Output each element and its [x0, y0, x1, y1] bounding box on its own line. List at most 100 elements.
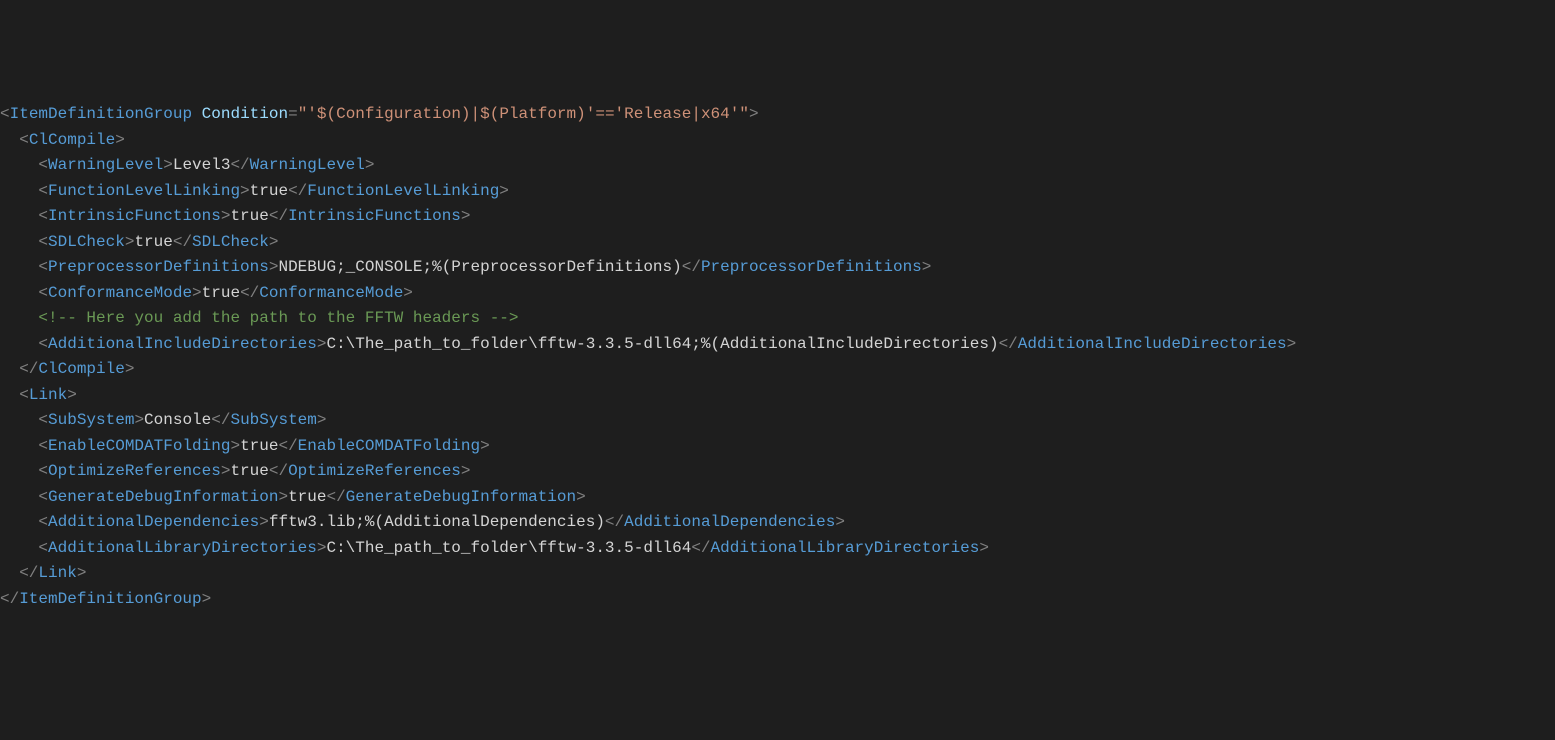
token-comment: Here you add the path to the FFTW header…	[77, 309, 490, 327]
token-bracket: </	[278, 437, 297, 455]
token-tag: SDLCheck	[48, 233, 125, 251]
token-text: C:\The_path_to_folder\fftw-3.3.5-dll64;%…	[326, 335, 998, 353]
token-bracket: <	[19, 131, 29, 149]
code-line[interactable]: <ItemDefinitionGroup Condition="'$(Confi…	[0, 102, 1555, 128]
code-line[interactable]: <WarningLevel>Level3</WarningLevel>	[0, 153, 1555, 179]
token-bracket: <	[38, 284, 48, 302]
token-bracket: >	[221, 462, 231, 480]
code-line[interactable]: <EnableCOMDATFolding>true</EnableCOMDATF…	[0, 434, 1555, 460]
token-text: Level3	[173, 156, 231, 174]
code-line[interactable]: <SDLCheck>true</SDLCheck>	[0, 230, 1555, 256]
code-line[interactable]: <ConformanceMode>true</ConformanceMode>	[0, 281, 1555, 307]
token-bracket: </	[269, 207, 288, 225]
token-bracket: >	[461, 462, 471, 480]
code-line[interactable]: <OptimizeReferences>true</OptimizeRefere…	[0, 459, 1555, 485]
code-line[interactable]: <PreprocessorDefinitions>NDEBUG;_CONSOLE…	[0, 255, 1555, 281]
token-bracket: <	[38, 182, 48, 200]
token-tag: ConformanceMode	[259, 284, 403, 302]
token-tag: PreprocessorDefinitions	[48, 258, 269, 276]
code-line[interactable]: <SubSystem>Console</SubSystem>	[0, 408, 1555, 434]
token-bracket: >	[240, 182, 250, 200]
token-bracket: <	[38, 513, 48, 531]
token-bracket: >	[1287, 335, 1297, 353]
token-bracket: >	[317, 539, 327, 557]
token-bracket: >	[835, 513, 845, 531]
token-tag: WarningLevel	[48, 156, 163, 174]
code-line[interactable]: <AdditionalLibraryDirectories>C:\The_pat…	[0, 536, 1555, 562]
token-bracket: =	[288, 105, 298, 123]
token-bracket: >	[317, 411, 327, 429]
token-tag: SDLCheck	[192, 233, 269, 251]
token-bracket: >	[134, 411, 144, 429]
code-line[interactable]: <AdditionalIncludeDirectories>C:\The_pat…	[0, 332, 1555, 358]
token-tag: AdditionalLibraryDirectories	[711, 539, 980, 557]
code-line[interactable]: <GenerateDebugInformation>true</Generate…	[0, 485, 1555, 511]
token-tag: FunctionLevelLinking	[48, 182, 240, 200]
token-bracket: >	[922, 258, 932, 276]
code-line[interactable]: </ClCompile>	[0, 357, 1555, 383]
token-bracket: </	[0, 590, 19, 608]
token-tag: ItemDefinitionGroup	[19, 590, 201, 608]
code-line[interactable]: <!-- Here you add the path to the FFTW h…	[0, 306, 1555, 332]
code-line[interactable]: <FunctionLevelLinking>true</FunctionLeve…	[0, 179, 1555, 205]
token-text: Console	[144, 411, 211, 429]
token-text: true	[250, 182, 288, 200]
token-bracket: <	[38, 207, 48, 225]
token-tag: AdditionalIncludeDirectories	[48, 335, 317, 353]
token-text: true	[134, 233, 172, 251]
token-bracket: </	[19, 564, 38, 582]
code-line[interactable]: </ItemDefinitionGroup>	[0, 587, 1555, 613]
token-tag: GenerateDebugInformation	[346, 488, 576, 506]
token-attr-name: Condition	[202, 105, 288, 123]
token-bracket: </	[240, 284, 259, 302]
token-comment-delim: <!--	[38, 309, 76, 327]
token-text: fftw3.lib;%(AdditionalDependencies)	[269, 513, 605, 531]
code-editor[interactable]: <ItemDefinitionGroup Condition="'$(Confi…	[0, 102, 1555, 612]
token-bracket: </	[19, 360, 38, 378]
token-bracket: >	[115, 131, 125, 149]
token-tag: SubSystem	[48, 411, 134, 429]
token-text	[192, 105, 202, 123]
token-text: true	[230, 462, 268, 480]
token-tag: OptimizeReferences	[48, 462, 221, 480]
token-bracket: <	[38, 156, 48, 174]
token-tag: EnableCOMDATFolding	[48, 437, 230, 455]
token-bracket: </	[999, 335, 1018, 353]
token-bracket: <	[38, 258, 48, 276]
token-bracket: </	[605, 513, 624, 531]
token-tag: OptimizeReferences	[288, 462, 461, 480]
token-bracket: </	[326, 488, 345, 506]
token-tag: EnableCOMDATFolding	[298, 437, 480, 455]
token-tag: AdditionalLibraryDirectories	[48, 539, 317, 557]
token-text: true	[230, 207, 268, 225]
token-bracket: <	[38, 488, 48, 506]
token-bracket: <	[38, 411, 48, 429]
token-tag: ConformanceMode	[48, 284, 192, 302]
token-bracket: <	[38, 539, 48, 557]
token-tag: ClCompile	[29, 131, 115, 149]
token-bracket: >	[202, 590, 212, 608]
token-bracket: </	[691, 539, 710, 557]
token-bracket: </	[269, 462, 288, 480]
token-tag: FunctionLevelLinking	[307, 182, 499, 200]
token-bracket: >	[259, 513, 269, 531]
token-text: NDEBUG;_CONSOLE;%(PreprocessorDefinition…	[278, 258, 681, 276]
token-bracket: >	[125, 233, 135, 251]
token-bracket: >	[461, 207, 471, 225]
token-bracket: >	[269, 233, 279, 251]
token-tag: PreprocessorDefinitions	[701, 258, 922, 276]
token-bracket: </	[211, 411, 230, 429]
token-bracket: </	[230, 156, 249, 174]
token-bracket: >	[576, 488, 586, 506]
token-bracket: >	[499, 182, 509, 200]
code-line[interactable]: </Link>	[0, 561, 1555, 587]
code-line[interactable]: <Link>	[0, 383, 1555, 409]
token-text: true	[202, 284, 240, 302]
token-text: true	[240, 437, 278, 455]
token-bracket: </	[173, 233, 192, 251]
token-bracket: </	[682, 258, 701, 276]
code-line[interactable]: <ClCompile>	[0, 128, 1555, 154]
token-bracket: >	[77, 564, 87, 582]
code-line[interactable]: <IntrinsicFunctions>true</IntrinsicFunct…	[0, 204, 1555, 230]
token-tag: IntrinsicFunctions	[288, 207, 461, 225]
